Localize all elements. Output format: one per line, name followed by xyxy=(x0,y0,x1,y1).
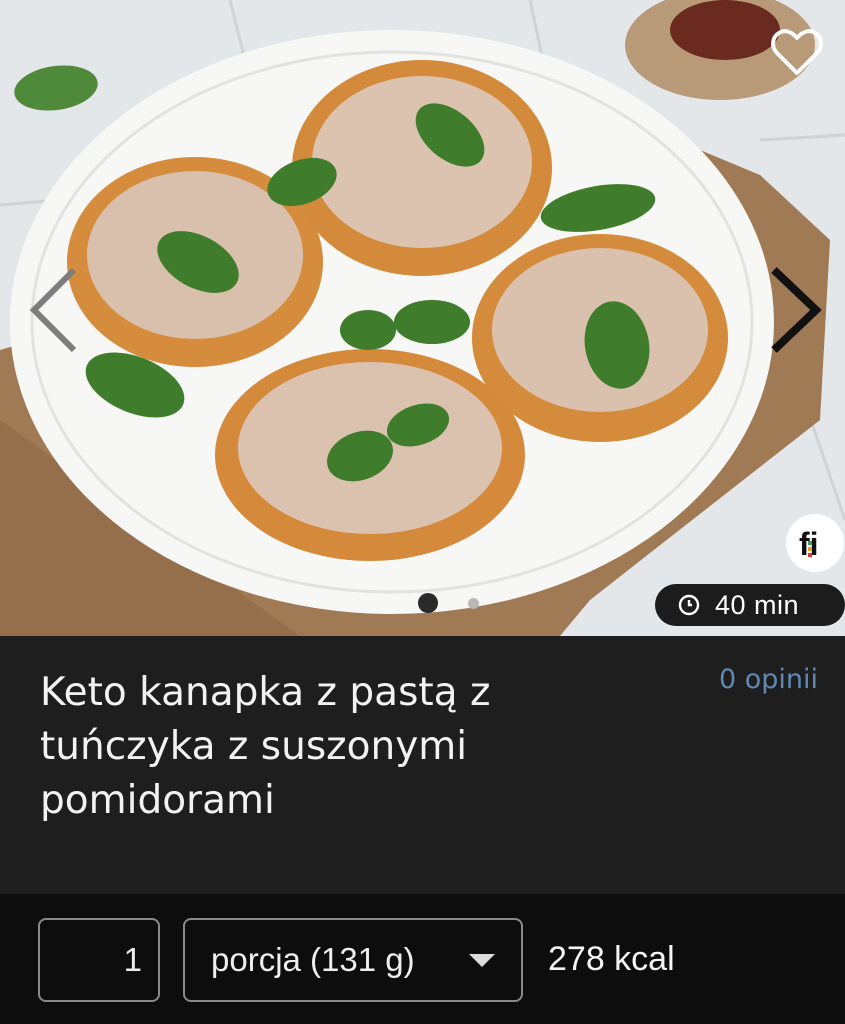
chevron-right-icon[interactable] xyxy=(762,262,826,358)
caret-down-icon xyxy=(469,954,495,967)
calories-label: 278 kcal xyxy=(548,940,675,978)
recipe-info: Keto kanapka z pastą z tuńczyka z suszon… xyxy=(0,636,845,894)
recipe-hero: fi 40 min xyxy=(0,0,845,636)
carousel-indicator xyxy=(418,593,479,613)
prep-time-label: 40 min xyxy=(715,589,800,620)
portion-selector: 1 porcja (131 g) 278 kcal xyxy=(0,894,845,1024)
prep-time-badge: 40 min xyxy=(655,584,845,626)
quantity-input[interactable]: 1 xyxy=(38,918,160,1002)
recipe-photo xyxy=(0,0,845,636)
heart-outline-icon[interactable] xyxy=(770,26,824,78)
carousel-dot-active[interactable] xyxy=(418,593,438,613)
fi-logo-icon: fi xyxy=(786,514,844,572)
recipe-title: Keto kanapka z pastą z tuńczyka z suszon… xyxy=(40,670,491,823)
unit-select[interactable]: porcja (131 g) xyxy=(183,918,523,1002)
chevron-left-icon[interactable] xyxy=(24,262,88,358)
clock-icon xyxy=(678,594,700,616)
unit-select-value: porcja (131 g) xyxy=(211,941,415,978)
carousel-dot[interactable] xyxy=(468,597,479,609)
reviews-link[interactable]: 0 opinii xyxy=(719,664,818,695)
